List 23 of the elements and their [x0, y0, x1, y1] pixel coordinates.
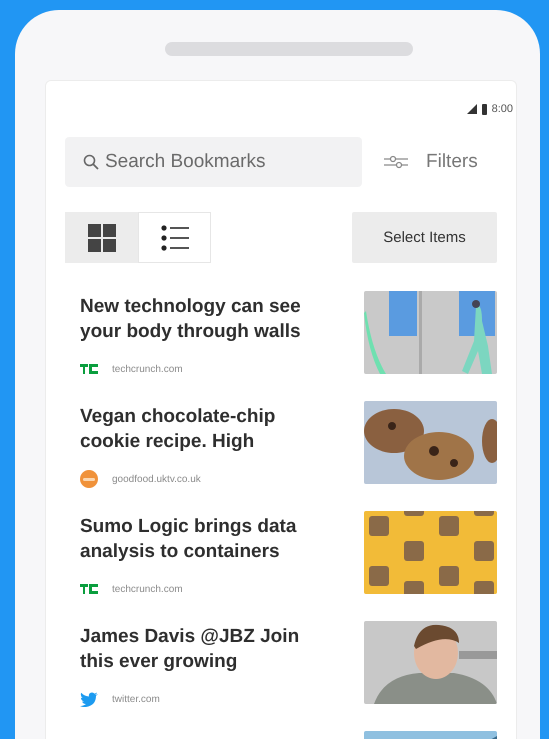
bird-icon	[80, 692, 98, 706]
logo-icon	[80, 584, 98, 594]
bookmark-title[interactable]: James Davis @JBZ Join this ever growing	[80, 624, 335, 674]
source-domain: goodfood.uktv.co.uk	[112, 474, 201, 484]
signal-icon	[466, 104, 477, 114]
source-domain: twitter.com	[112, 694, 160, 704]
source-domain: techcrunch.com	[112, 364, 183, 374]
filters-button[interactable]: Filters	[382, 147, 480, 177]
logo-icon	[80, 364, 98, 374]
grid-icon	[88, 224, 116, 252]
source-domain: techcrunch.com	[112, 584, 183, 594]
sliders-icon	[384, 155, 408, 169]
clock: 8:00	[492, 103, 513, 115]
search-icon	[83, 154, 99, 170]
select-items-button[interactable]: Select Items	[352, 212, 497, 263]
bookmark-title[interactable]: Sumo Logic brings data analysis to containers	[80, 514, 335, 564]
bookmark-title[interactable]: New technology can see your body through walls	[80, 294, 335, 344]
logo-icon	[80, 470, 98, 488]
search-field[interactable]: Search Bookmarks	[65, 137, 362, 187]
battery-icon	[482, 104, 487, 114]
list-view-button[interactable]	[138, 212, 211, 263]
bookmark-title[interactable]: Vegan chocolate-chip cookie recipe. High	[80, 404, 335, 454]
list-icon	[160, 224, 188, 252]
